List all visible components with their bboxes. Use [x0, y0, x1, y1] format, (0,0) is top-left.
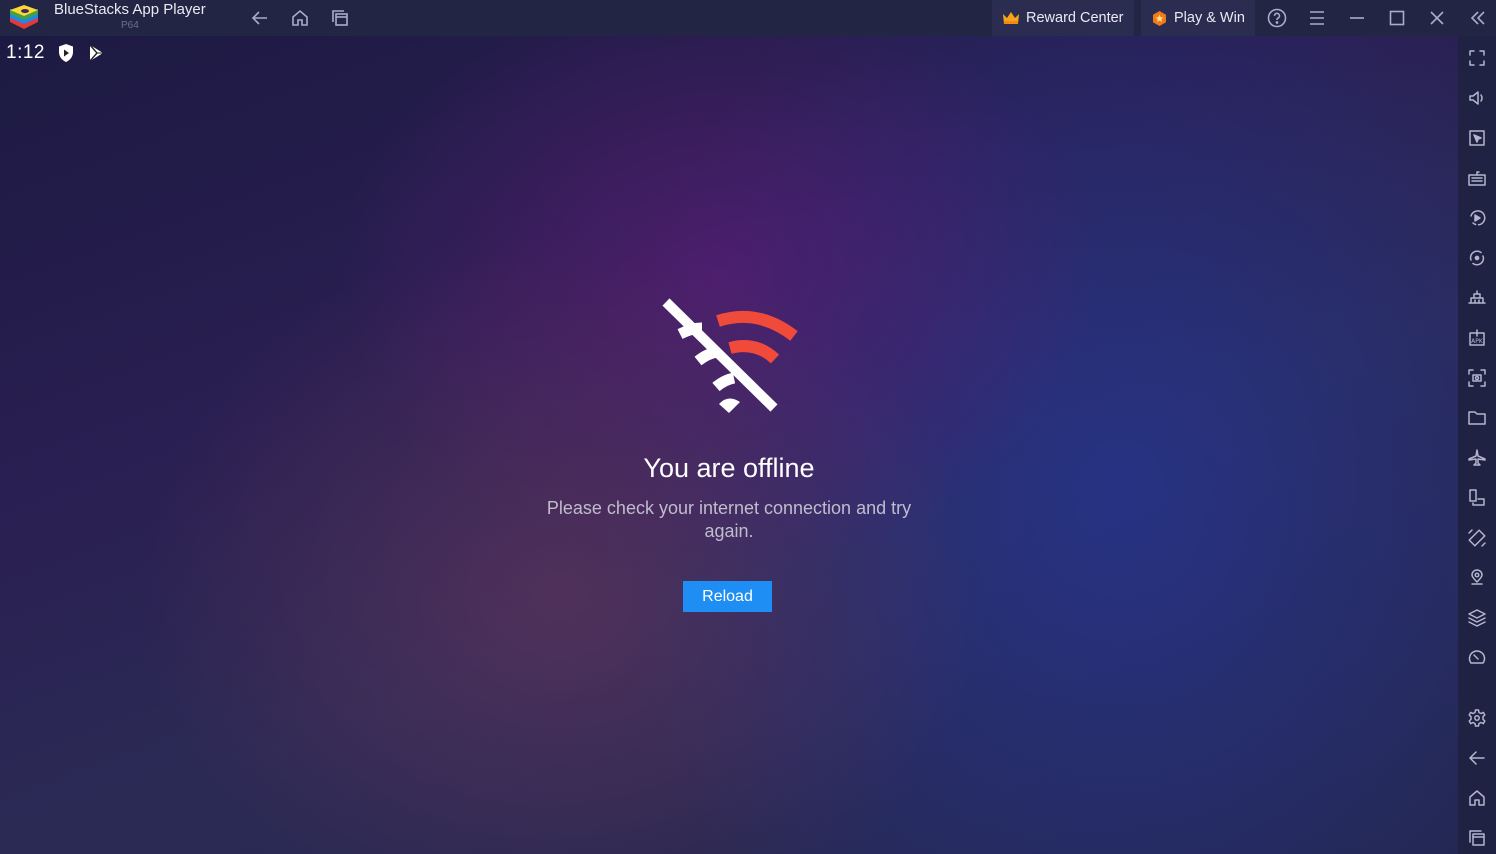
collapse-sidebar-icon[interactable]: [1466, 6, 1490, 30]
settings-icon[interactable]: [1465, 706, 1489, 730]
reward-center-label: Reward Center: [1026, 10, 1124, 26]
reload-button[interactable]: Reload: [683, 581, 772, 612]
location-icon[interactable]: [1465, 566, 1489, 590]
play-win-button[interactable]: Play & Win: [1141, 0, 1255, 36]
offline-title: You are offline: [643, 453, 815, 483]
play-win-badge-icon: [1153, 10, 1166, 26]
minimize-icon[interactable]: [1345, 6, 1369, 30]
maximize-icon[interactable]: [1385, 6, 1409, 30]
android-screen: 1:12 You are offline Please check your i…: [0, 36, 1458, 854]
airplane-icon[interactable]: [1465, 446, 1489, 470]
build-icon[interactable]: [1465, 286, 1489, 310]
screenshot-icon[interactable]: [1465, 366, 1489, 390]
folder-icon[interactable]: [1465, 406, 1489, 430]
home-icon[interactable]: [288, 6, 312, 30]
menu-icon[interactable]: [1305, 6, 1329, 30]
play-win-label: Play & Win: [1174, 10, 1245, 26]
recent-apps-icon[interactable]: [328, 6, 352, 30]
app-subtitle: P64: [121, 20, 139, 31]
bluestacks-logo-icon: [10, 5, 38, 29]
install-apk-icon[interactable]: APK: [1465, 326, 1489, 350]
close-icon[interactable]: [1425, 6, 1449, 30]
multi-instance-icon[interactable]: [1465, 486, 1489, 510]
pointer-icon[interactable]: [1465, 126, 1489, 150]
offline-message: Please check your internet connection an…: [546, 498, 912, 541]
svg-text:APK: APK: [1471, 338, 1484, 345]
back-icon[interactable]: [248, 6, 272, 30]
status-time: 1:12: [6, 42, 45, 63]
crown-icon: [1003, 12, 1019, 24]
title-bar: BlueStacks App Player P64 Reward Center …: [0, 0, 1496, 36]
wifi-off-icon: [662, 298, 798, 413]
fullscreen-icon[interactable]: [1465, 46, 1489, 70]
keyboard-icon[interactable]: [1465, 166, 1489, 190]
app-title: BlueStacks App Player: [54, 1, 206, 18]
layers-icon[interactable]: [1465, 606, 1489, 630]
performance-icon[interactable]: [1465, 646, 1489, 670]
right-sidebar: APK: [1458, 36, 1496, 854]
status-bar: 1:12: [6, 42, 105, 64]
macro-play-icon[interactable]: [1465, 206, 1489, 230]
rotate-icon[interactable]: [1465, 526, 1489, 550]
reward-center-button[interactable]: Reward Center: [992, 0, 1134, 36]
android-back-icon[interactable]: [1465, 746, 1489, 770]
help-icon[interactable]: [1265, 6, 1289, 30]
shield-play-icon: [57, 43, 75, 63]
sync-icon[interactable]: [1465, 246, 1489, 270]
play-store-icon: [87, 43, 105, 63]
android-home-icon[interactable]: [1465, 786, 1489, 810]
android-recent-apps-icon[interactable]: [1465, 826, 1489, 850]
volume-icon[interactable]: [1465, 86, 1489, 110]
